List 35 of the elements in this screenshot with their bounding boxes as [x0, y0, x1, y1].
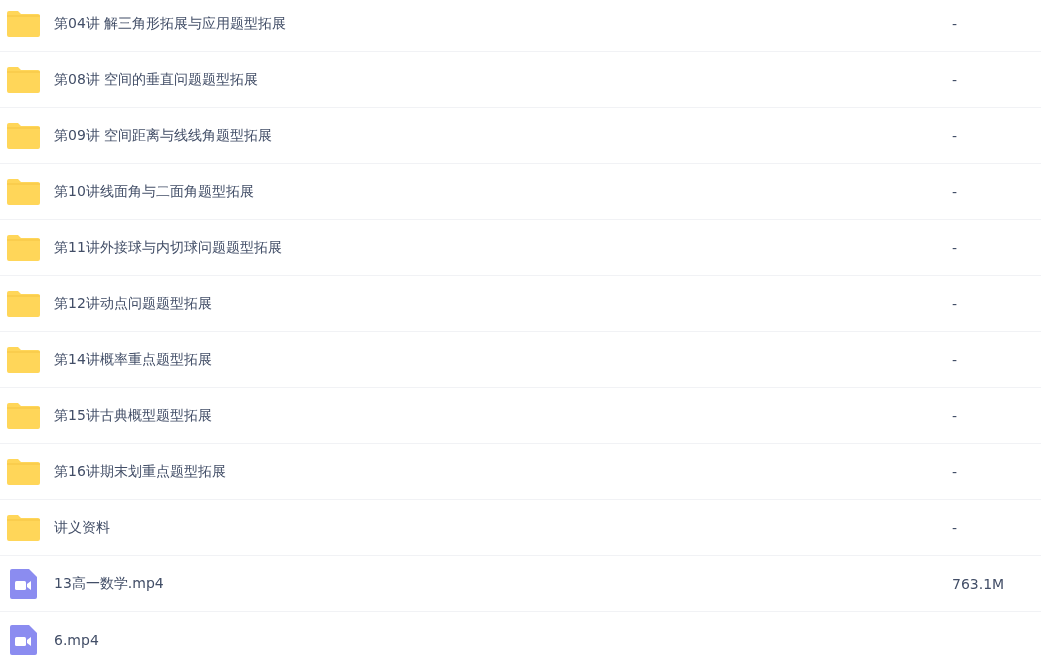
file-name[interactable]: 第16讲期末划重点题型拓展	[54, 462, 952, 481]
folder-icon	[7, 122, 40, 149]
video-file-icon	[10, 624, 37, 655]
folder-icon	[7, 234, 40, 261]
file-size: -	[952, 127, 959, 144]
file-name[interactable]: 第08讲 空间的垂直问题题型拓展	[54, 70, 952, 89]
file-size: -	[952, 463, 959, 480]
file-name[interactable]: 第11讲外接球与内切球问题题型拓展	[54, 238, 952, 257]
folder-icon	[7, 10, 40, 37]
file-name[interactable]: 第04讲 解三角形拓展与应用题型拓展	[54, 14, 952, 33]
folder-icon	[7, 458, 40, 485]
video-file-icon	[10, 568, 37, 599]
file-name[interactable]: 讲义资料	[54, 518, 952, 537]
file-name[interactable]: 第12讲动点问题题型拓展	[54, 294, 952, 313]
file-name[interactable]: 第15讲古典概型题型拓展	[54, 406, 952, 425]
folder-icon	[7, 66, 40, 93]
file-size: -	[952, 15, 959, 32]
file-name[interactable]: 13高一数学.mp4	[54, 574, 952, 593]
folder-icon	[7, 514, 40, 541]
folder-icon	[7, 178, 40, 205]
file-name[interactable]: 第09讲 空间距离与线线角题型拓展	[54, 126, 952, 145]
file-size: -	[952, 295, 959, 312]
folder-icon	[7, 290, 40, 317]
file-name[interactable]: 6.mp4	[54, 631, 952, 648]
file-size: -	[952, 351, 959, 368]
file-size: 763.1M	[952, 575, 1006, 592]
file-size: -	[952, 71, 959, 88]
file-name[interactable]: 第10讲线面角与二面角题型拓展	[54, 182, 952, 201]
file-size: -	[952, 407, 959, 424]
file-name[interactable]: 第14讲概率重点题型拓展	[54, 350, 952, 369]
file-size: -	[952, 183, 959, 200]
file-size: -	[952, 519, 959, 536]
folder-icon	[7, 346, 40, 373]
file-size: -	[952, 239, 959, 256]
folder-icon	[7, 402, 40, 429]
